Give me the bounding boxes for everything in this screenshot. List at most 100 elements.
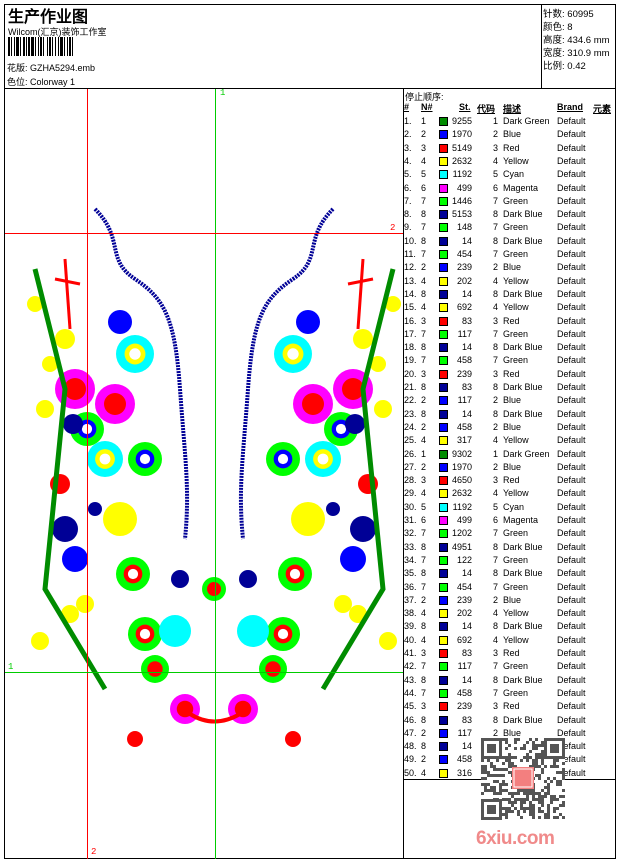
table-row: 44. 7 458 7 Green Default [404,688,614,701]
row-needle: 2 [421,395,427,406]
color-swatch [439,276,448,286]
row-stitches: 692 [456,634,472,645]
row-needle: 4 [421,155,427,166]
row-needle: 8 [421,235,427,246]
row-code: 7 [493,195,499,206]
row-index: 44. [404,687,417,698]
row-needle: 8 [421,342,427,353]
row-brand: Default [557,129,586,140]
row-index: 49. [404,754,417,765]
row-stitches: 1192 [452,501,472,512]
table-row: 42. 7 117 7 Green Default [404,661,614,674]
row-needle: 2 [421,754,427,765]
table-row: 9. 7 148 7 Green Default [404,222,614,235]
row-stitches: 1202 [451,528,472,539]
row-index: 18. [404,342,417,353]
color-swatch [439,263,448,273]
row-description: Yellow [503,275,529,286]
row-needle: 7 [421,195,427,206]
table-row: 36. 7 454 7 Green Default [404,582,614,595]
color-swatch [439,595,448,605]
row-description: Yellow [503,608,529,619]
row-index: 45. [404,701,417,712]
table-row: 28. 3 4650 3 Red Default [404,475,614,488]
row-description: Green [503,661,529,672]
row-index: 1. [404,116,412,126]
color-swatch [439,502,448,512]
row-needle: 7 [421,528,427,539]
row-brand: Default [557,209,586,220]
row-stitches: 83 [461,315,472,326]
table-row: 2. 2 1970 2 Blue Default [404,129,614,142]
color-swatch [439,542,448,552]
info-divider [541,4,542,89]
row-brand: Default [557,621,586,632]
row-description: Yellow [503,302,529,313]
row-brand: Default [557,302,586,313]
row-index: 21. [404,382,417,392]
row-stitches: 317 [456,435,472,446]
row-needle: 7 [421,687,427,698]
row-stitches: 458 [456,421,472,432]
color-swatch [439,117,448,126]
row-stitches: 14 [461,408,472,419]
row-stitches: 9255 [451,116,472,126]
color-swatch [439,289,448,299]
table-row: 21. 8 83 8 Dark Blue Default [404,382,614,395]
row-code: 7 [493,328,499,339]
row-stitches: 458 [456,355,472,366]
row-stitches: 83 [461,382,472,392]
color-swatch [439,489,448,499]
row-description: Red [503,475,520,486]
table-row: 8. 8 5153 8 Dark Blue Default [404,209,614,222]
row-stitches: 117 [457,395,472,406]
color-swatch [439,516,448,525]
row-stitches: 239 [456,594,472,605]
row-needle: 4 [421,634,427,645]
table-row: 32. 7 1202 7 Green Default [404,528,614,541]
row-description: Yellow [503,634,529,645]
guide-line-red-vertical [87,89,88,859]
table-row: 41. 3 83 3 Red Default [404,648,614,661]
row-stitches: 692 [456,302,472,313]
row-index: 38. [404,608,417,619]
row-index: 30. [404,501,417,512]
row-description: Dark Blue [503,674,543,685]
row-brand: Default [557,155,586,166]
color-swatch [439,236,448,246]
row-description: Blue [503,594,522,605]
row-needle: 8 [421,209,427,220]
row-needle: 7 [421,249,427,259]
row-brand: Default [557,727,586,738]
row-needle: 3 [421,142,427,153]
guide-label: 1 [8,662,14,672]
color-swatch [439,170,448,180]
row-stitches: 4951 [451,541,472,552]
row-needle: 3 [421,315,427,326]
row-code: 4 [493,275,499,286]
row-index: 14. [404,288,417,299]
row-description: Green [503,195,529,206]
table-row: 18. 8 14 8 Dark Blue Default [404,342,614,355]
row-brand: Default [557,634,586,645]
row-stitches: 458 [456,754,472,765]
row-code: 8 [493,621,499,632]
color-swatch [439,476,448,486]
embroidery-design-preview [27,207,401,747]
row-code: 7 [493,554,499,565]
row-stitches: 14 [461,621,472,632]
row-needle: 8 [421,674,427,685]
row-code: 4 [493,608,499,619]
row-stitches: 499 [456,515,472,525]
row-needle: 4 [421,435,427,446]
row-stitches: 14 [461,235,472,246]
row-description: Blue [503,461,522,472]
row-brand: Default [557,235,586,246]
design-file: 花版: GZHA5294.emb [7,61,95,74]
color-swatch [439,329,448,339]
row-needle: 6 [421,515,427,525]
color-swatch [439,742,448,752]
row-code: 5 [493,169,499,180]
col-header-description: 描述 [503,104,522,114]
table-row: 10. 8 14 8 Dark Blue Default [404,236,614,249]
